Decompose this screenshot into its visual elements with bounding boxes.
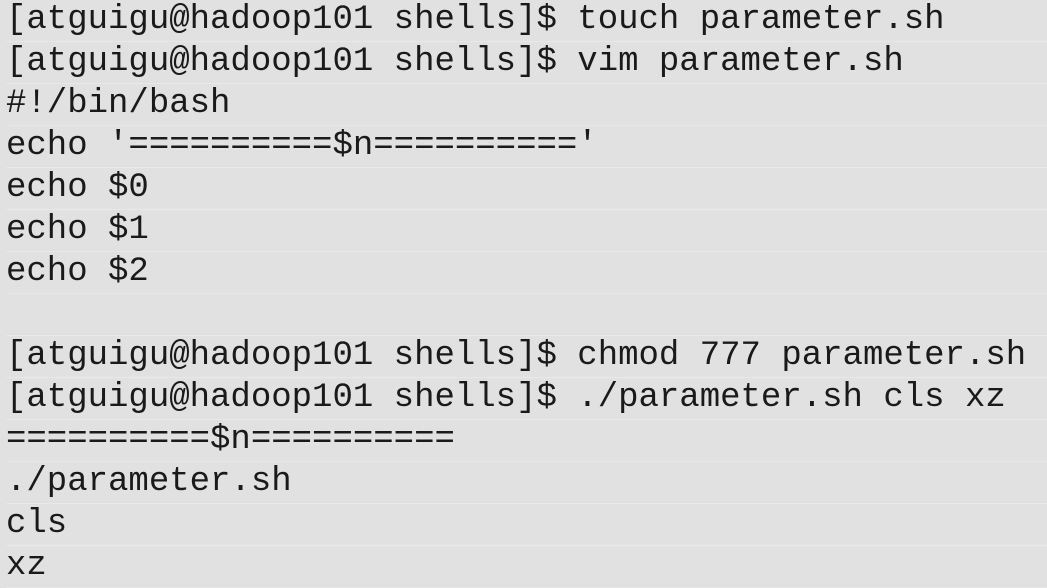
terminal-output: [atguigu@hadoop101 shells]$ touch parame…: [0, 0, 1047, 588]
terminal-line: [atguigu@hadoop101 shells]$ vim paramete…: [6, 42, 1047, 84]
terminal-line: [atguigu@hadoop101 shells]$ chmod 777 pa…: [6, 336, 1047, 378]
terminal-line: echo $1: [6, 210, 1047, 252]
terminal-line: echo '==========$n==========': [6, 126, 1047, 168]
terminal-line: echo $2: [6, 252, 1047, 294]
terminal-line: ==========$n==========: [6, 420, 1047, 462]
terminal-line: cls: [6, 504, 1047, 546]
terminal-line: echo $0: [6, 168, 1047, 210]
terminal-line: [atguigu@hadoop101 shells]$ ./parameter.…: [6, 378, 1047, 420]
terminal-line: ./parameter.sh: [6, 462, 1047, 504]
terminal-line: [6, 294, 1047, 336]
terminal-line: xz: [6, 546, 1047, 588]
terminal-line: #!/bin/bash: [6, 84, 1047, 126]
terminal-line: [atguigu@hadoop101 shells]$ touch parame…: [6, 0, 1047, 42]
